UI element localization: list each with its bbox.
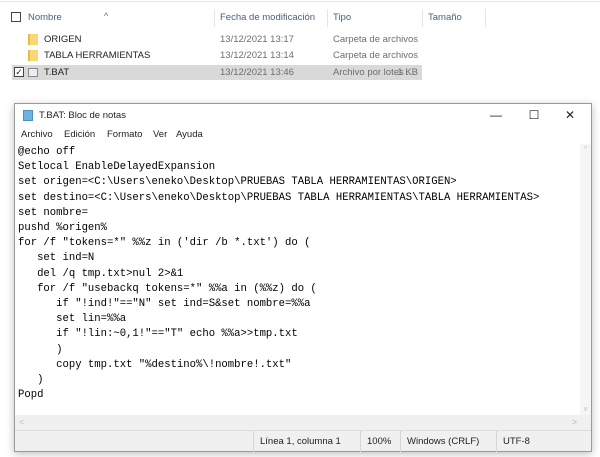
divider [0,1,600,2]
file-name: ORIGEN [44,34,82,45]
title-bar[interactable]: T.BAT: Bloc de notas — ☐ ✕ [15,104,591,126]
menu-bar: Archivo Edición Formato Ver Ayuda [15,126,591,144]
file-row[interactable]: TABLA HERRAMIENTAS 13/12/2021 13:14 Carp… [12,48,422,63]
column-type[interactable]: Tipo [333,12,351,23]
file-date: 13/12/2021 13:46 [220,67,294,78]
file-size: 1 KB [397,67,418,78]
file-name: T.BAT [44,67,70,78]
column-name[interactable]: Nombre [28,12,62,23]
minimize-button[interactable]: — [479,104,513,126]
folder-icon [28,34,38,45]
notepad-window: T.BAT: Bloc de notas — ☐ ✕ Archivo Edici… [14,103,592,452]
menu-formato[interactable]: Formato [107,129,142,140]
notepad-icon [23,110,33,121]
column-header: ^ Nombre Fecha de modificación Tipo Tama… [0,9,600,27]
file-name: TABLA HERRAMIENTAS [44,50,151,61]
column-size[interactable]: Tamaño [428,12,462,23]
file-type: Carpeta de archivos [333,50,419,61]
select-all-checkbox[interactable] [11,12,21,22]
column-date[interactable]: Fecha de modificación [220,12,315,23]
status-bar: Línea 1, columna 1 100% Windows (CRLF) U… [15,430,591,452]
line-ending: Windows (CRLF) [407,436,480,447]
file-date: 13/12/2021 13:14 [220,50,294,61]
close-button[interactable]: ✕ [553,104,587,126]
editor-content[interactable]: @echo off Setlocal EnableDelayedExpansio… [15,144,581,403]
menu-archivo[interactable]: Archivo [21,129,53,140]
zoom-level: 100% [367,436,392,447]
menu-ver[interactable]: Ver [153,129,167,140]
horizontal-scrollbar[interactable]: < > [15,415,581,431]
folder-icon [28,50,38,61]
file-type: Carpeta de archivos [333,34,419,45]
cursor-position: Línea 1, columna 1 [260,436,341,447]
file-row[interactable]: ✓ T.BAT 13/12/2021 13:46 Archivo por lot… [12,65,422,80]
file-row[interactable]: ORIGEN 13/12/2021 13:17 Carpeta de archi… [12,32,422,47]
menu-ayuda[interactable]: Ayuda [176,129,203,140]
window-title: T.BAT: Bloc de notas [39,110,126,121]
text-editor[interactable]: @echo off Setlocal EnableDelayedExpansio… [15,144,581,415]
file-date: 13/12/2021 13:17 [220,34,294,45]
vertical-scrollbar[interactable]: ^ v [580,144,591,415]
sort-up-icon: ^ [104,11,109,21]
row-checkbox[interactable]: ✓ [14,67,24,77]
encoding: UTF-8 [503,436,530,447]
batch-file-icon [28,68,38,77]
menu-edicion[interactable]: Edición [64,129,95,140]
maximize-button[interactable]: ☐ [517,104,551,126]
